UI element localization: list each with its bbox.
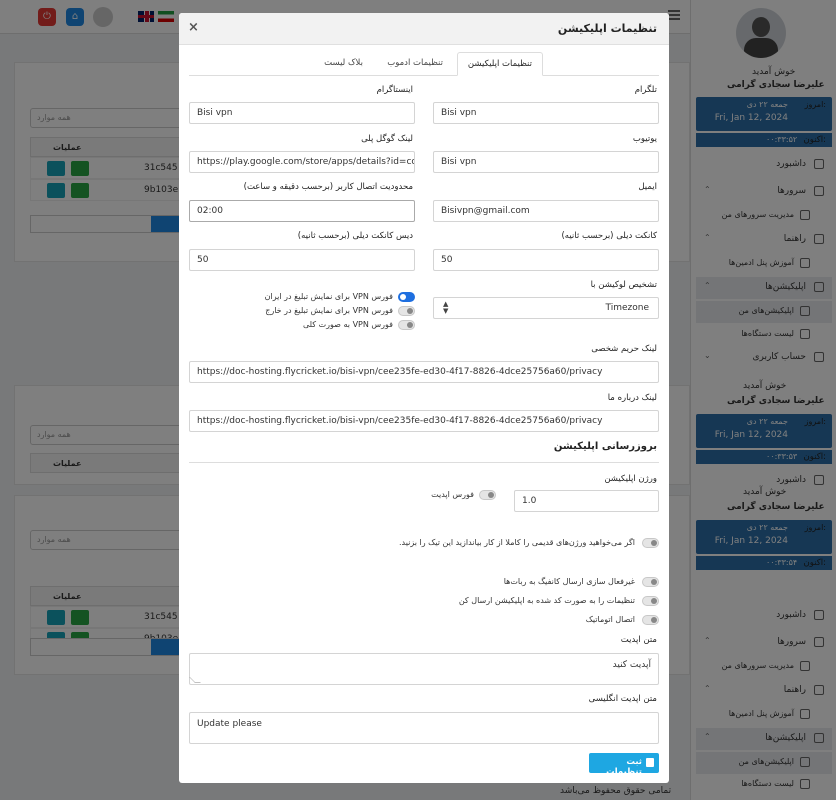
encoded-settings-label: تنظیمات را به صورت کد شده به اپلیکیشن ار… [458, 596, 635, 605]
disconnect-delay-input[interactable]: 50 [189, 249, 415, 271]
vpn-switch-iran-row: فورس VPN برای نمایش تبلیغ در ایران [179, 292, 415, 305]
vpn-switch-abroad-label: فورس VPN برای نمایش تبلیغ در خارج [265, 306, 393, 315]
vpn-switch-iran-label: فورس VPN برای نمایش تبلیغ در ایران [264, 292, 393, 301]
update-text-area[interactable]: آپدیت کنید [189, 653, 659, 685]
select-arrows-icon: ▲ ▼ [443, 300, 449, 315]
old-versions-label: اگر می‌خواهید ورژن‌های قدیمی را کاملا از… [398, 538, 635, 547]
save-settings-button[interactable]: ثبت تنظیمات [589, 753, 659, 777]
email-input[interactable]: Bisivpn@gmail.com [433, 200, 659, 222]
disable-config-switch[interactable] [642, 577, 659, 587]
old-versions-row: اگر می‌خواهید ورژن‌های قدیمی را کاملا از… [189, 538, 659, 551]
google-play-input[interactable]: https://play.google.com/store/apps/detai… [189, 151, 415, 173]
youtube-input[interactable]: Bisi vpn [433, 151, 659, 173]
force-update-label: فورس اپدیت [431, 490, 474, 499]
save-settings-label: ثبت تنظیمات [606, 757, 642, 777]
google-play-label: لینک گوگل پلی [361, 134, 413, 144]
about-label: لینک درباره ما [607, 393, 657, 403]
tab-app-settings[interactable]: تنظیمات اپلیکیشن [456, 52, 543, 76]
telegram-input[interactable]: Bisi vpn [433, 102, 659, 124]
connection-limit-input[interactable]: 02:00 [189, 200, 415, 222]
tab-block-list[interactable]: بلاک لیست [314, 52, 373, 76]
connection-limit-label: محدودیت اتصال کاربر (برحسب دقیقه و ساعت) [243, 182, 413, 192]
location-select[interactable]: Timezone ▲ ▼ [433, 297, 659, 319]
vpn-switch-iran[interactable] [398, 292, 415, 302]
app-settings-modal: تنظیمات اپلیکیشن × تنظیمات اپلیکیشن تنظی… [179, 13, 669, 783]
disable-config-label: غیرفعال سازی ارسال کانفیگ به ربات‌ها [503, 577, 635, 586]
email-label: ایمیل [638, 182, 657, 192]
auto-connect-switch[interactable] [642, 615, 659, 625]
location-value: Timezone [605, 303, 650, 313]
auto-connect-row: اتصال اتوماتیک [189, 615, 659, 628]
version-input[interactable]: 1.0 [514, 490, 659, 512]
resize-handle-icon[interactable] [189, 677, 201, 683]
update-text-en-value: Update please [197, 719, 262, 729]
disconnect-delay-label: دیس کانکت دیلی (برحسب ثانیه) [297, 231, 413, 241]
modal-tabs: تنظیمات اپلیکیشن تنظیمات ادموب بلاک لیست [189, 52, 659, 76]
instagram-input[interactable]: Bisi vpn [189, 102, 415, 124]
modal-header: تنظیمات اپلیکیشن × [179, 13, 669, 45]
tab-admob-settings[interactable]: تنظیمات ادموب [377, 52, 453, 76]
vpn-switch-global[interactable] [398, 320, 415, 330]
vpn-switch-global-label: فورس VPN به صورت کلی [302, 320, 393, 329]
youtube-label: یوتیوب [632, 134, 657, 144]
about-input[interactable]: https://doc-hosting.flycricket.io/bisi-v… [189, 410, 659, 432]
section-divider [189, 462, 659, 463]
privacy-label: لینک حریم شخصی [591, 344, 657, 354]
encoded-settings-row: تنظیمات را به صورت کد شده به اپلیکیشن ار… [189, 596, 659, 609]
connect-delay-input[interactable]: 50 [433, 249, 659, 271]
update-text-value: آپدیت کنید [612, 660, 651, 670]
close-icon[interactable]: × [188, 20, 199, 35]
version-label: ورژن اپلیکیشن [604, 474, 657, 484]
disable-config-row: غیرفعال سازی ارسال کانفیگ به ربات‌ها [189, 577, 659, 590]
update-text-en-area[interactable]: Update please [189, 712, 659, 744]
old-versions-switch[interactable] [642, 538, 659, 548]
update-section-title: بروزرسانی اپلیکیشن [553, 441, 657, 452]
force-update-switch[interactable] [479, 490, 496, 500]
save-icon [646, 758, 654, 767]
vpn-switch-abroad-row: فورس VPN برای نمایش تبلیغ در خارج [179, 306, 415, 319]
location-label: تشخیص لوکیشن با [590, 280, 657, 290]
privacy-input[interactable]: https://doc-hosting.flycricket.io/bisi-v… [189, 361, 659, 383]
auto-connect-label: اتصال اتوماتیک [585, 615, 635, 624]
modal-title: تنظیمات اپلیکیشن [557, 22, 657, 35]
vpn-switch-abroad[interactable] [398, 306, 415, 316]
vpn-switch-global-row: فورس VPN به صورت کلی [179, 320, 415, 333]
update-text-label: متن اپدیت [620, 635, 657, 645]
connect-delay-label: کانکت دیلی (برحسب ثانیه) [561, 231, 657, 241]
encoded-settings-switch[interactable] [642, 596, 659, 606]
instagram-label: اینستاگرام [376, 85, 413, 95]
force-update-row: فورس اپدیت [396, 490, 496, 503]
update-text-en-label: متن اپدیت انگلیسی [588, 694, 657, 704]
telegram-label: تلگرام [634, 85, 657, 95]
